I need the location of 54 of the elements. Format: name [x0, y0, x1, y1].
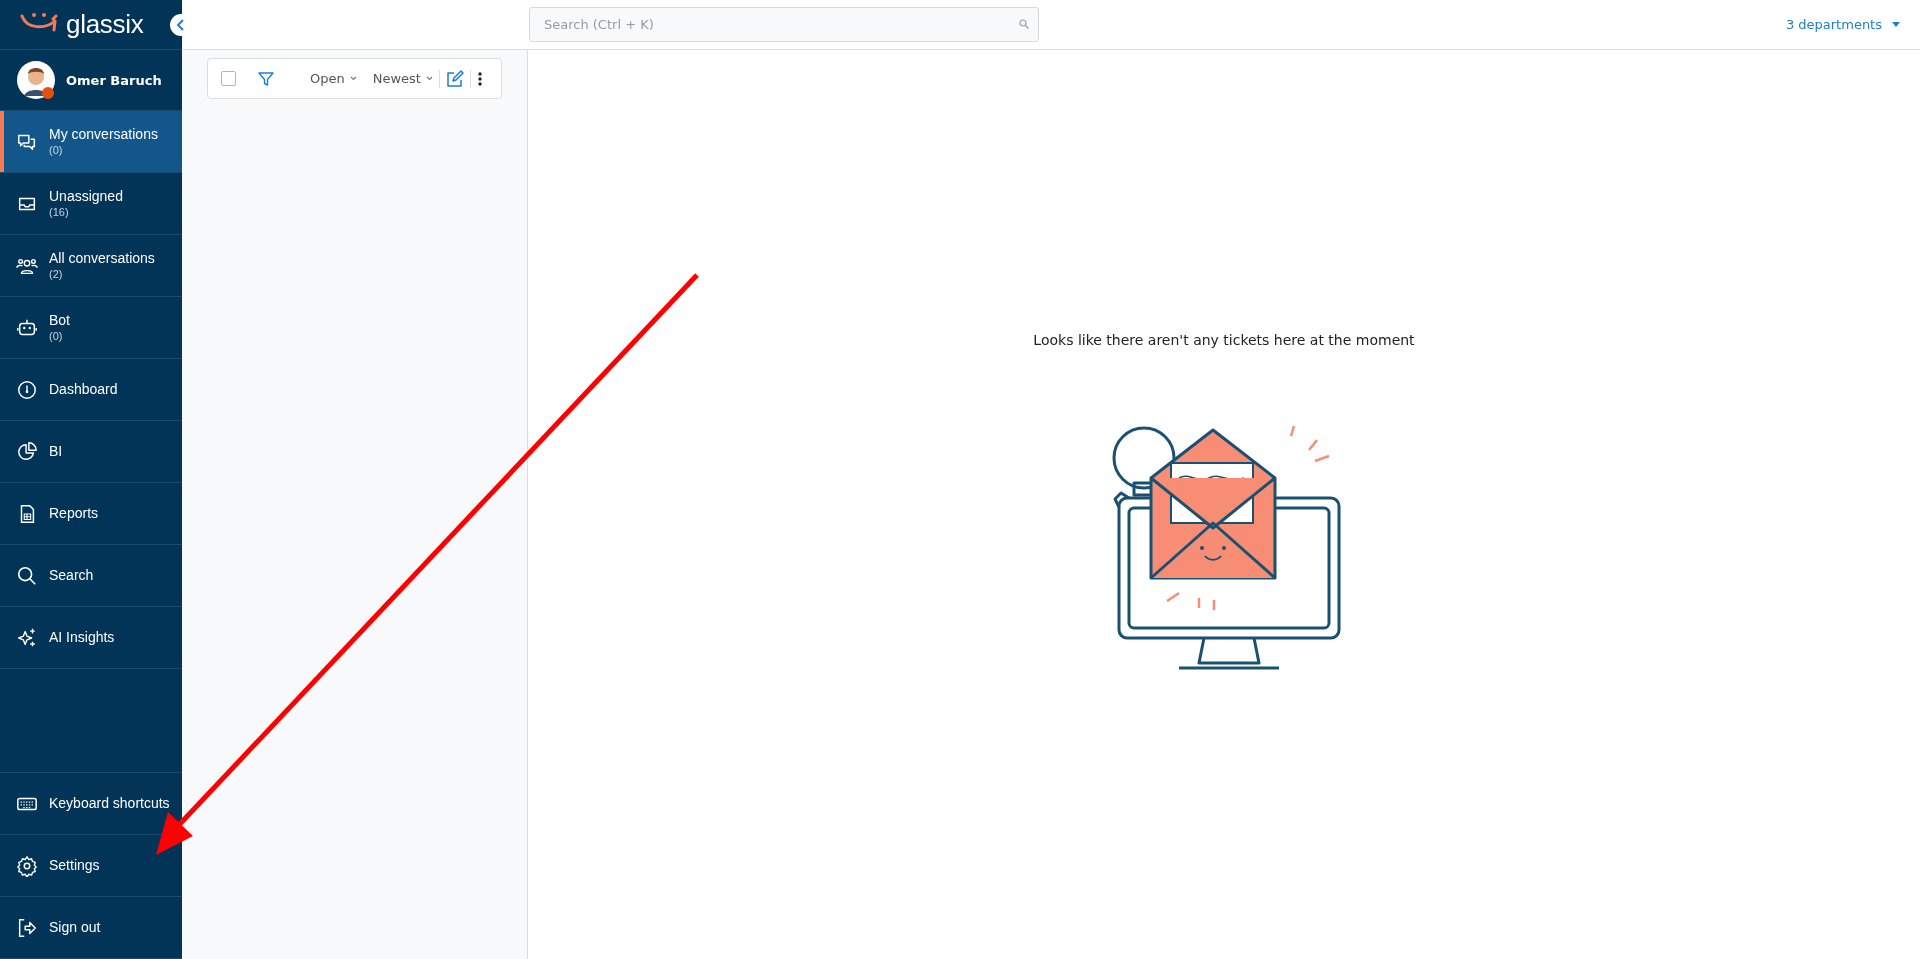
sidebar-item[interactable]: Reports: [0, 483, 182, 544]
item-count: (0): [49, 329, 64, 343]
sidebar-item-label: Search: [49, 567, 94, 584]
chevron-left-icon: [176, 19, 186, 31]
search-icon: [1019, 19, 1029, 29]
more-icon: [476, 70, 483, 87]
compose-button[interactable]: [445, 69, 464, 88]
chevron-down-icon: [425, 76, 433, 81]
sidebar-item[interactable]: Sign out: [0, 897, 182, 958]
sidebar-item-label: Unassigned: [49, 188, 123, 205]
item-count: (2): [49, 267, 64, 281]
sidebar-item-label: My conversations: [49, 126, 158, 143]
sidebar-item[interactable]: Unassigned (16): [0, 173, 182, 234]
sidebar-item-label: Sign out: [49, 919, 101, 936]
chevron-down-icon: [349, 76, 357, 81]
search-icon: [16, 564, 38, 587]
sidebar-item-label: All conversations: [49, 250, 155, 267]
sidebar-item[interactable]: Bot (0): [0, 297, 182, 358]
empty-state-message: Looks like there aren't any tickets here at the moment: [1033, 332, 1415, 348]
avatar: [16, 60, 56, 100]
sidebar-item-label: Settings: [49, 857, 100, 874]
sidebar-item[interactable]: My conversations (0): [0, 111, 182, 172]
search-field[interactable]: Search (Ctrl + K): [529, 7, 1039, 42]
sidebar-item-label: Bot: [49, 312, 70, 329]
sidebar-item[interactable]: BI: [0, 421, 182, 482]
sidebar-item[interactable]: Keyboard shortcuts: [0, 773, 182, 834]
sidebar-item-label: Keyboard shortcuts: [49, 795, 170, 812]
sidebar-item-label: AI Insights: [49, 629, 115, 646]
sidebar-item[interactable]: AI Insights: [0, 607, 182, 668]
status-dropdown[interactable]: Open: [310, 71, 357, 86]
edit-icon: [445, 69, 464, 88]
user-name: Omer Baruch: [66, 72, 162, 88]
departments-dropdown[interactable]: 3 departments: [1785, 17, 1900, 32]
sidebar-item[interactable]: Search: [0, 545, 182, 606]
item-count: (0): [49, 143, 64, 157]
sort-dropdown[interactable]: Newest: [372, 71, 433, 86]
filter-icon: [258, 70, 274, 87]
pie-chart-icon: [16, 440, 38, 463]
sidebar-item-label: Dashboard: [49, 381, 118, 398]
sign-out-icon: [16, 916, 38, 939]
sidebar-item[interactable]: Dashboard: [0, 359, 182, 420]
more-options-button[interactable]: [476, 70, 483, 87]
gauge-icon: [16, 378, 38, 401]
sparkle-icon: [16, 626, 38, 649]
sidebar-item[interactable]: All conversations (2): [0, 235, 182, 296]
sidebar-item[interactable]: Settings: [0, 835, 182, 896]
settings-icon: [16, 854, 38, 877]
filter-button[interactable]: [258, 70, 274, 87]
logo-text: glassix: [66, 9, 144, 40]
select-all-checkbox[interactable]: [221, 71, 236, 86]
caret-icon: [1892, 22, 1900, 27]
sidebar-item-label: Reports: [49, 505, 99, 522]
sidebar-item-label: BI: [49, 443, 63, 460]
item-count: (16): [49, 205, 70, 219]
